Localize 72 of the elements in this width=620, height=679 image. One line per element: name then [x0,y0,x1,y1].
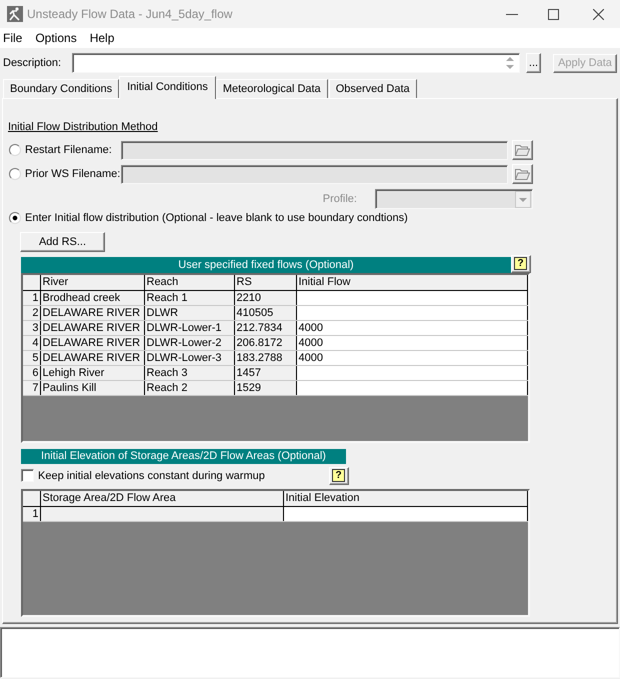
tab[interactable]: Boundary Conditions [3,79,120,98]
tab[interactable]: Observed Data [328,79,417,98]
window-title: Unsteady Flow Data - Jun4_5day_flow [27,7,232,21]
table-cell: Reach 2 [144,380,234,395]
browse-button[interactable] [512,140,533,160]
table-cell[interactable]: 4000 [296,335,528,350]
row-number: 2 [23,305,40,320]
table-cell: DLWR-Lower-2 [144,335,234,350]
table-cell[interactable]: 4000 [296,350,528,365]
table-cell[interactable] [296,305,528,320]
description-field[interactable] [72,53,520,73]
radio-button[interactable] [9,212,21,224]
table-cell: Paulins Kill [40,380,144,395]
radio-label[interactable]: Enter Initial flow distribution (Optional - leave blank to use boundary condtions) [25,212,408,224]
table-cell[interactable] [296,290,528,305]
row-number: 7 [23,380,40,395]
column-header: Storage Area/2D Flow Area [40,491,283,506]
menu-item[interactable]: Options [35,31,77,45]
table-cell: 183.2788 [234,350,296,365]
maximize-icon[interactable] [548,8,559,20]
profile-label: Profile: [322,193,357,205]
table-cell: 1457 [234,365,296,380]
section-heading: Initial Flow Distribution Method [8,120,158,134]
folder-icon [515,144,530,156]
row-number: 4 [23,335,40,350]
column-header: Initial Flow [296,275,528,290]
checkbox-label[interactable]: Keep initial elevations constant during warmup [38,470,265,482]
table-cell: 206.8172 [234,335,296,350]
table-title: Initial Elevation of Storage Areas/2D Flow Areas (Optional) [21,449,346,464]
table-cell: DLWR-Lower-1 [144,320,234,335]
table-cell: Brodhead creek [40,290,144,305]
column-header: Initial Elevation [283,491,528,506]
more-button[interactable]: ... [526,53,541,73]
browse-button[interactable] [512,164,533,184]
table-cell: 410505 [234,305,296,320]
table-cell[interactable]: 4000 [296,320,528,335]
table-cell: Lehigh River [40,365,144,380]
table-cell: DELAWARE RIVER [40,335,144,350]
table-cell: DLWR-Lower-3 [144,350,234,365]
table-cell: DLWR [144,305,234,320]
row-number: 1 [23,290,40,305]
table-cell: 1529 [234,380,296,395]
table-cell: 2210 [234,290,296,305]
folder-icon [515,168,530,180]
menu-item[interactable]: File [3,31,22,45]
table-cell[interactable] [296,365,528,380]
help-button[interactable]: ? [329,466,349,484]
table-cell: DELAWARE RIVER [40,305,144,320]
help-button[interactable]: ? [511,255,531,273]
tab[interactable]: Initial Conditions [119,76,216,99]
table-cell[interactable] [296,380,528,395]
table-cell: Reach 3 [144,365,234,380]
row-number: 1 [23,506,40,521]
column-header: RS [234,275,296,290]
description-label: Description: [3,57,62,69]
table-cell: DELAWARE RIVER [40,350,144,365]
table-cell: Reach 1 [144,290,234,305]
row-number: 5 [23,350,40,365]
row-number: 6 [23,365,40,380]
row-number: 3 [23,320,40,335]
add-rs-button[interactable]: Add RS... [20,232,105,252]
tab[interactable]: Meteorological Data [216,79,328,98]
close-icon[interactable] [593,8,604,20]
menu-item[interactable]: Help [90,31,114,45]
table-title: User specified fixed flows (Optional) [21,257,511,273]
table-cell: 212.7834 [234,320,296,335]
table-cell[interactable] [283,506,528,521]
table-cell: DELAWARE RIVER [40,320,144,335]
column-header: Reach [144,275,234,290]
app-icon [7,6,23,22]
checkbox[interactable] [21,469,34,482]
column-header: River [40,275,144,290]
